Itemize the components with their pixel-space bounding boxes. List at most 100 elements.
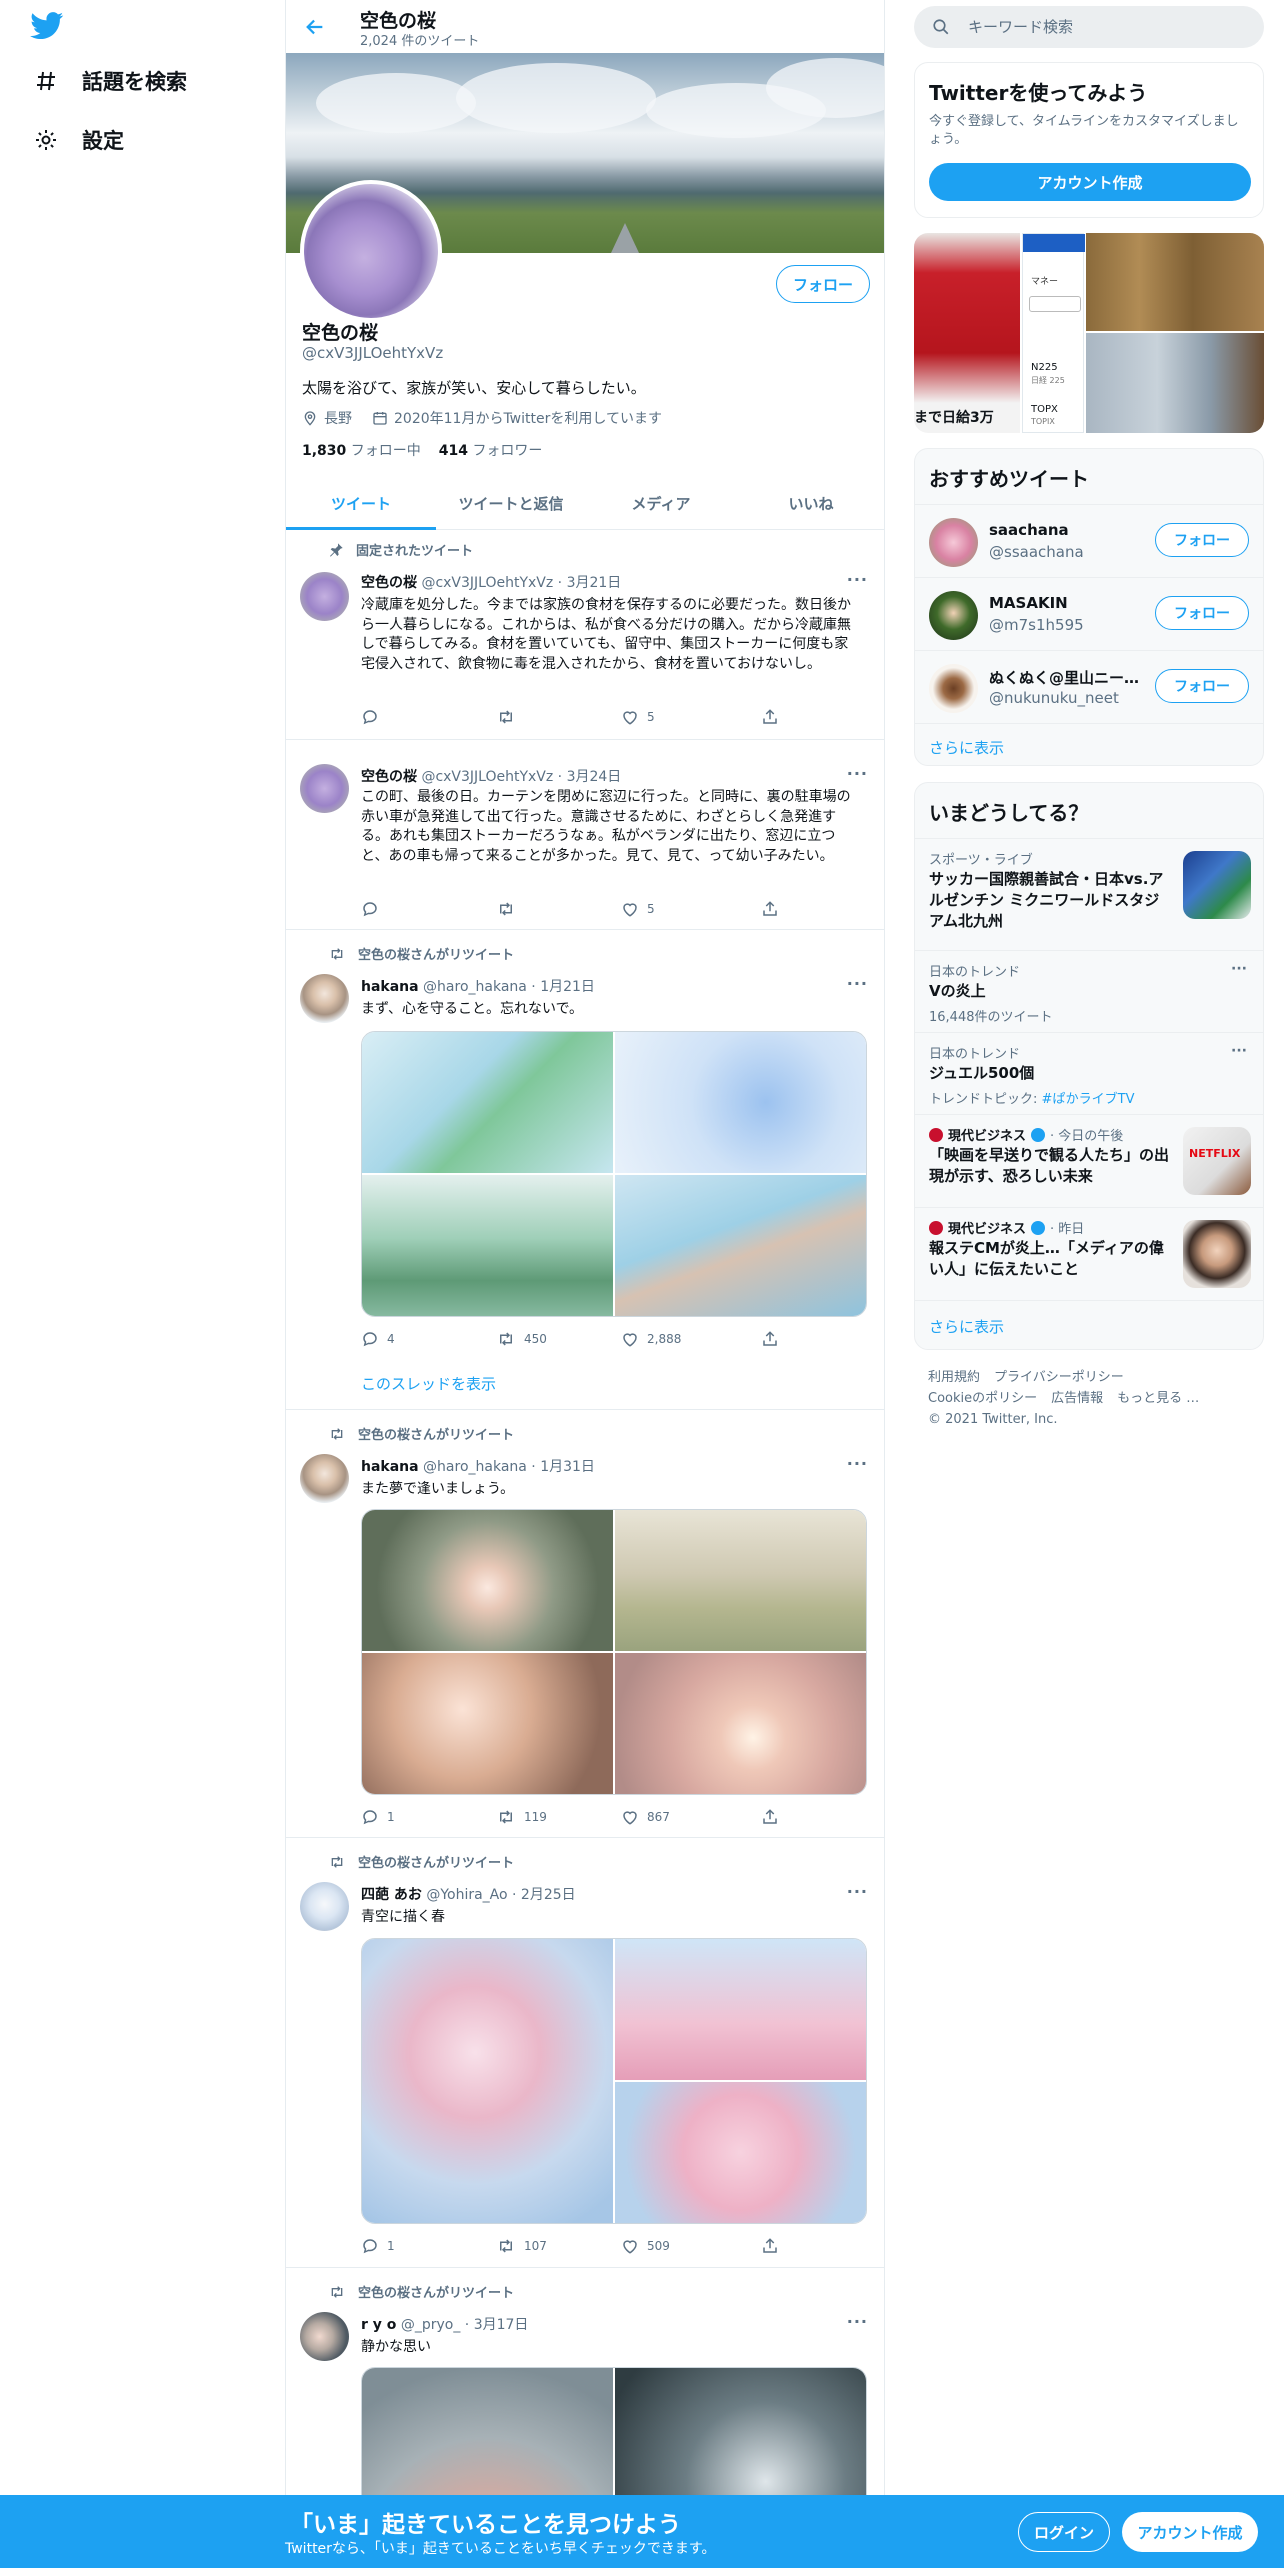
- footer-link[interactable]: Cookieのポリシー: [928, 1391, 1037, 1406]
- retweet-button[interactable]: 107: [496, 2237, 621, 2255]
- tweet-photo[interactable]: [615, 1510, 866, 1651]
- share-button[interactable]: [761, 2237, 779, 2255]
- retweet-button[interactable]: [496, 900, 621, 918]
- recommended-user[interactable]: ぬくぬく@里山ニー… @nukunuku_neet フォロー: [915, 650, 1263, 723]
- footer-link[interactable]: 広告情報: [1051, 1391, 1103, 1406]
- follow-button[interactable]: フォロー: [1155, 669, 1249, 703]
- trend-topic-link[interactable]: #ぱかライブTV: [1042, 1092, 1135, 1107]
- nav-settings[interactable]: 設定: [34, 125, 124, 155]
- reply-button[interactable]: 1: [361, 2237, 496, 2255]
- tweet-item[interactable]: 空色の桜さんがリツイート 四葩 あお @Yohira_Ao · 2月25日 ··…: [286, 1838, 884, 2268]
- recommended-user-avatar[interactable]: [929, 664, 978, 713]
- trend-item[interactable]: 日本のトレンド Vの炎上 16,448件のツイート ···: [915, 950, 1263, 1032]
- tweet-avatar[interactable]: [300, 572, 349, 621]
- trend-thumbnail[interactable]: NETFLIX: [1183, 1127, 1251, 1195]
- tweet-avatar[interactable]: [300, 764, 349, 813]
- tweet-item[interactable]: 空色の桜さんがリツイート r y o @_pryo_ · 3月17日 ··· 静…: [286, 2268, 884, 2495]
- tweet-avatar[interactable]: [300, 2312, 349, 2361]
- retweet-button[interactable]: [496, 708, 621, 726]
- tweet-item[interactable]: 空色の桜さんがリツイート hakana @haro_hakana · 1月21日…: [286, 930, 884, 1410]
- tweet-more-icon[interactable]: ···: [847, 974, 868, 993]
- tweet-photo[interactable]: [615, 1032, 866, 1173]
- trend-thumbnail[interactable]: [1183, 851, 1251, 919]
- nav-explore[interactable]: 話題を検索: [34, 66, 187, 96]
- footer-link[interactable]: プライバシーポリシー: [994, 1370, 1124, 1385]
- signup-card-button[interactable]: アカウント作成: [929, 163, 1251, 201]
- tweet-item[interactable]: 空色の桜 @cxV3JJLOehtYxVz · 3月24日 ··· この町、最後…: [286, 752, 884, 930]
- tweet-photo[interactable]: [362, 1939, 613, 2223]
- like-button[interactable]: 2,888: [621, 1330, 761, 1348]
- tab-media[interactable]: メディア: [586, 478, 736, 529]
- reply-button[interactable]: [361, 900, 496, 918]
- reply-button[interactable]: [361, 708, 496, 726]
- reply-button[interactable]: 4: [361, 1330, 496, 1348]
- trend-item[interactable]: 現代ビジネス · 昨日 報ステCMが炎上…「メディアの偉い人」に伝えたいこと: [915, 1207, 1263, 1300]
- tweet-more-icon[interactable]: ···: [847, 764, 868, 783]
- login-button[interactable]: ログイン: [1018, 2512, 1110, 2552]
- like-button[interactable]: 867: [621, 1808, 761, 1826]
- tweet-photo[interactable]: [615, 1939, 866, 2080]
- tweet-photo[interactable]: [615, 1175, 866, 1316]
- following-link[interactable]: 1,830 フォロー中: [302, 440, 421, 460]
- tweet-photo[interactable]: [362, 1175, 613, 1316]
- tweet-photo[interactable]: [615, 2082, 866, 2223]
- recommended-show-more[interactable]: さらに表示: [929, 737, 1004, 758]
- tab-tweets-replies[interactable]: ツイートと返信: [436, 478, 586, 529]
- retweet-button[interactable]: 450: [496, 1330, 621, 1348]
- follow-button[interactable]: フォロー: [1155, 596, 1249, 630]
- tweet-photo[interactable]: [362, 1653, 613, 1794]
- share-button[interactable]: [761, 1808, 779, 1826]
- media-thumb[interactable]: [1086, 233, 1264, 331]
- trend-thumbnail[interactable]: [1183, 1220, 1251, 1288]
- like-button[interactable]: 509: [621, 2237, 761, 2255]
- tweet-photo[interactable]: [615, 1653, 866, 1794]
- trend-more-icon[interactable]: ···: [1231, 961, 1247, 977]
- tweet-more-icon[interactable]: ···: [847, 1454, 868, 1473]
- retweet-button[interactable]: 119: [496, 1808, 621, 1826]
- tweet-more-icon[interactable]: ···: [847, 1882, 868, 1901]
- tweet-photo[interactable]: [615, 2368, 866, 2495]
- share-button[interactable]: [761, 900, 779, 918]
- recommended-user[interactable]: saachana @ssaachana フォロー: [915, 504, 1263, 577]
- media-thumb[interactable]: まで日給3万: [914, 233, 1020, 433]
- tweet-item[interactable]: 固定されたツイート 空色の桜 @cxV3JJLOehtYxVz · 3月21日 …: [286, 530, 884, 740]
- trend-item[interactable]: 現代ビジネス · 今日の午後 「映画を早送りで観る人たち」の出現が示す、恐ろしい…: [915, 1114, 1263, 1207]
- tab-tweets[interactable]: ツイート: [286, 478, 436, 530]
- recommended-user-avatar[interactable]: [929, 518, 978, 567]
- share-button[interactable]: [761, 708, 779, 726]
- tweet-item[interactable]: 空色の桜さんがリツイート hakana @haro_hakana · 1月31日…: [286, 1410, 884, 1838]
- trend-item[interactable]: 日本のトレンド ジュエル500個 トレンドトピック: #ぱかライブTV ···: [915, 1032, 1263, 1114]
- follow-button[interactable]: フォロー: [1155, 523, 1249, 557]
- like-button[interactable]: 5: [621, 900, 761, 918]
- tweet-avatar[interactable]: [300, 974, 349, 1023]
- recommended-user[interactable]: MASAKIN @m7s1h595 フォロー: [915, 577, 1263, 650]
- tweet-avatar[interactable]: [300, 1882, 349, 1931]
- reply-button[interactable]: 1: [361, 1808, 496, 1826]
- trend-item[interactable]: スポーツ・ライブ サッカー国際親善試合・日本vs.アルゼンチン ミクニワールドス…: [915, 838, 1263, 950]
- tweet-more-icon[interactable]: ···: [847, 2312, 868, 2331]
- back-arrow-icon[interactable]: [304, 16, 326, 38]
- recommended-user-avatar[interactable]: [929, 591, 978, 640]
- tab-likes[interactable]: いいね: [736, 478, 884, 529]
- media-thumb[interactable]: [1086, 333, 1264, 433]
- media-thumb[interactable]: マネー N225 日経 225 TOPX TOPIX: [1022, 233, 1085, 433]
- show-thread-link[interactable]: このスレッドを表示: [361, 1373, 496, 1394]
- footer-link[interactable]: もっと見る …: [1117, 1391, 1199, 1406]
- footer-link[interactable]: 利用規約: [928, 1370, 980, 1385]
- trend-more-icon[interactable]: ···: [1231, 1043, 1247, 1059]
- profile-avatar[interactable]: [300, 180, 442, 322]
- tweet-more-icon[interactable]: ···: [847, 570, 868, 589]
- search-input[interactable]: [968, 18, 1228, 36]
- like-button[interactable]: 5: [621, 708, 761, 726]
- signup-button[interactable]: アカウント作成: [1122, 2512, 1258, 2552]
- trends-show-more[interactable]: さらに表示: [929, 1316, 1004, 1337]
- search-box[interactable]: [914, 6, 1264, 48]
- tweet-avatar[interactable]: [300, 1454, 349, 1503]
- tweet-photo[interactable]: [362, 1510, 613, 1651]
- share-button[interactable]: [761, 1330, 779, 1348]
- profile-follow-button[interactable]: フォロー: [776, 265, 870, 303]
- tweet-photo[interactable]: [362, 2368, 613, 2495]
- twitter-logo-icon[interactable]: [30, 12, 64, 40]
- followers-link[interactable]: 414 フォロワー: [439, 440, 543, 460]
- tweet-photo[interactable]: [362, 1032, 613, 1173]
